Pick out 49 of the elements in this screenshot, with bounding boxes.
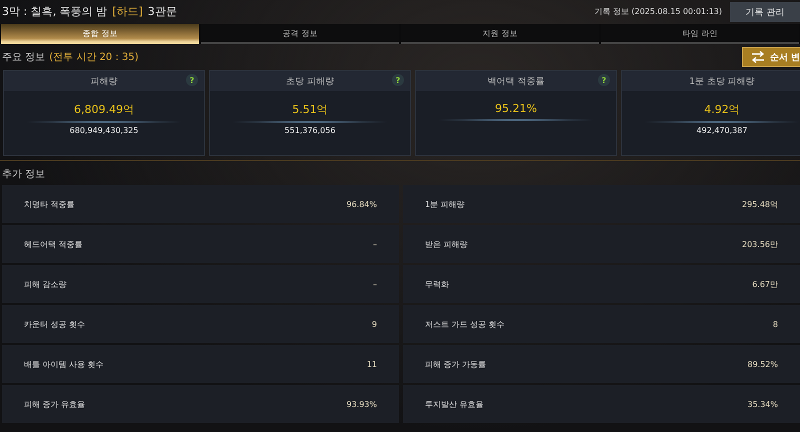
stat-label: 저스트 가드 성공 횟수 (425, 318, 505, 330)
stat-label: 받은 피해량 (425, 238, 468, 250)
stat-value: – (373, 240, 377, 248)
section-title: 주요 정보 (2, 51, 46, 64)
card-detail: 680,949,430,325 (70, 126, 138, 135)
stat-label: 피해 증가 가동률 (425, 358, 486, 370)
stat-label: 배틀 아이템 사용 횟수 (24, 358, 104, 370)
card-value: 5.51억 (292, 102, 328, 117)
stat-label: 무력화 (425, 278, 449, 290)
stat-value: 9 (372, 320, 377, 328)
stat-label: 헤드어택 적중률 (24, 238, 83, 250)
stat-value: 8 (772, 320, 778, 328)
stat-label: 치명타 적중률 (24, 198, 75, 210)
battle-time: (전투 시간 20 : 35) (49, 51, 140, 64)
tab[interactable]: 종합 정보 (1, 24, 199, 44)
reorder-button[interactable]: 순서 변 (742, 47, 800, 67)
stat-label: 투지발산 유효율 (425, 398, 484, 410)
card-title: 백어택 적중률 (488, 76, 544, 88)
help-icon[interactable]: ? (186, 74, 198, 86)
stat-value: 203.56만 (742, 238, 778, 250)
stat-value: 96.84% (346, 200, 377, 208)
card-detail: 551,376,056 (284, 126, 336, 135)
card-value: 6,809.49억 (74, 102, 134, 117)
stat-value: 295.48억 (742, 198, 778, 210)
card-detail: 492,470,387 (696, 126, 748, 135)
stat-value: 93.93% (346, 400, 377, 408)
gate-label: 3관문 (148, 4, 177, 18)
stat-label: 카운터 성공 횟수 (24, 318, 86, 330)
stat-value: – (373, 280, 377, 288)
stat-value: 35.34% (747, 400, 778, 408)
help-icon[interactable]: ? (598, 74, 610, 86)
stat-value: 89.52% (747, 360, 778, 368)
stat-label: 1분 피해량 (425, 198, 465, 210)
record-timestamp: 기록 정보 (2025.08.15 00:01:13) (594, 6, 722, 16)
card-value: 95.21% (495, 102, 537, 115)
section-title: 추가 정보 (2, 168, 46, 182)
stat-value: 11 (366, 360, 377, 368)
card-title: 피해량 (90, 76, 118, 88)
record-manage-button[interactable]: 기록 관리 (730, 2, 800, 22)
stage-title: 3막 : 칠흑, 폭풍의 밤 (2, 4, 108, 18)
card-title: 초당 피해량 (286, 76, 334, 88)
stat-label: 피해 감소량 (24, 278, 67, 290)
swap-arrows-icon (751, 51, 765, 63)
stat-label: 피해 증가 유효율 (24, 398, 86, 410)
help-icon[interactable]: ? (392, 74, 404, 86)
card-value: 4.92억 (704, 102, 740, 117)
stat-value: 6.67만 (752, 278, 778, 290)
card-title: 1분 초당 피해량 (689, 76, 755, 88)
difficulty-label: [하드] (112, 4, 143, 18)
